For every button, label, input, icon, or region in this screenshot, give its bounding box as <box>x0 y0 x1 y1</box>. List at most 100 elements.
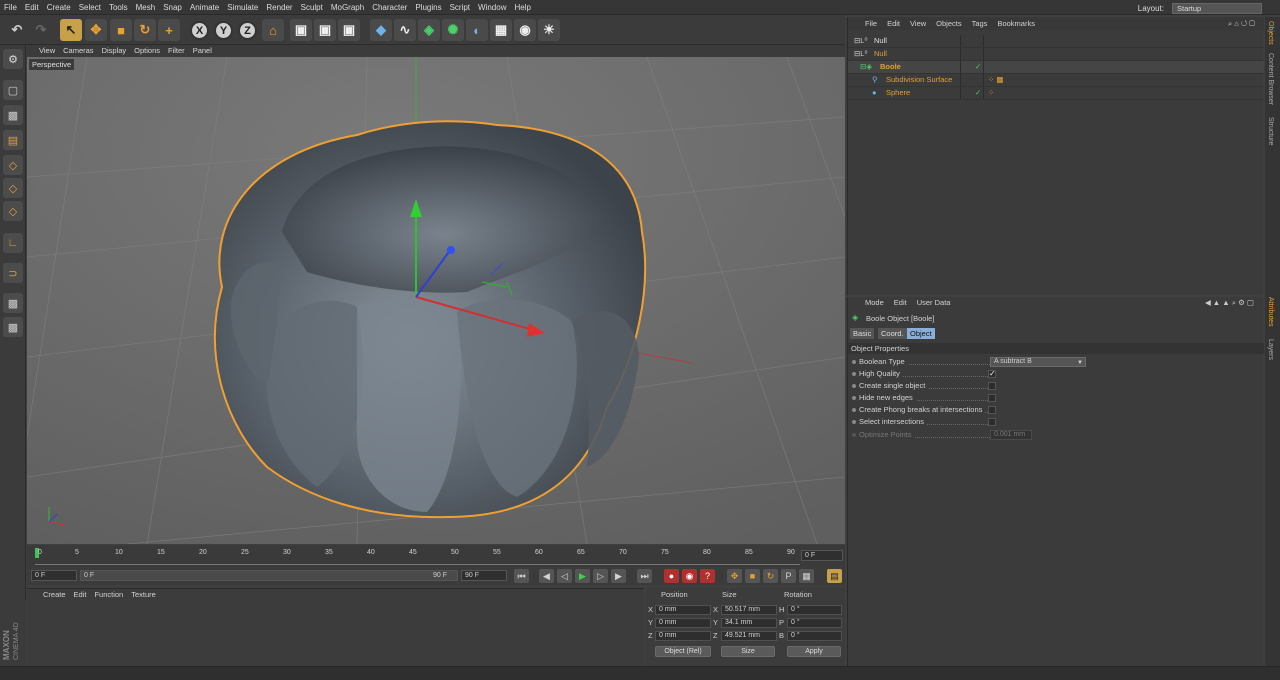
texture-mode-icon[interactable]: ▩ <box>3 105 23 125</box>
optimize-points-field[interactable]: 0.001 mm <box>990 430 1032 440</box>
tab-basic[interactable]: Basic <box>850 328 875 339</box>
position-z-field[interactable]: 0 mm <box>655 631 711 641</box>
menu-window[interactable]: Window <box>474 0 510 15</box>
undo-icon[interactable]: ↶ <box>6 19 28 41</box>
object-row[interactable]: ⊟L⁰ Null <box>848 35 1264 48</box>
viewport-menu-filter[interactable]: Filter <box>164 45 189 57</box>
object-visibility-toggles[interactable]: ✓ <box>960 87 984 99</box>
axis-mode-icon[interactable]: ∟ <box>3 233 23 253</box>
key-parameter-icon[interactable]: P <box>781 569 796 583</box>
render-view-icon[interactable]: ▣ <box>290 19 312 41</box>
phong-breaks-checkbox[interactable] <box>988 406 996 414</box>
record-key-icon[interactable]: ● <box>664 569 679 583</box>
move-tool-icon[interactable]: ✥ <box>85 19 107 41</box>
scale-tool-icon[interactable]: ■ <box>110 19 132 41</box>
position-y-field[interactable]: 0 mm <box>655 618 711 628</box>
key-scale-icon[interactable]: ■ <box>745 569 760 583</box>
menu-plugins[interactable]: Plugins <box>411 0 445 15</box>
floor-icon[interactable]: ▦ <box>490 19 512 41</box>
key-pla-icon[interactable]: ▦ <box>799 569 814 583</box>
object-name[interactable]: Null <box>874 35 887 47</box>
object-name[interactable]: Subdivision Surface <box>886 74 952 86</box>
search-icon[interactable]: ⌕ ⌂ ↺ ▢ <box>1223 17 1260 30</box>
workplane-mode-icon[interactable]: ▤ <box>3 130 23 150</box>
high-quality-checkbox[interactable]: ✓ <box>988 370 996 378</box>
play-icon[interactable]: ▶ <box>575 569 590 583</box>
z-axis-lock-button[interactable]: Z <box>238 21 257 40</box>
object-row[interactable]: ⊟◈ Boole ✓ <box>848 61 1264 74</box>
size-x-field[interactable]: 50.517 mm <box>721 605 777 615</box>
polygons-mode-icon[interactable]: ◇ <box>3 201 23 221</box>
preview-range-slider[interactable]: 0 F 90 F <box>80 570 458 581</box>
objects-menu-bookmarks[interactable]: Bookmarks <box>992 17 1040 30</box>
menu-edit[interactable]: Edit <box>21 0 43 15</box>
deformer-icon[interactable]: ◐ <box>466 19 488 41</box>
end-frame-field[interactable]: 90 F <box>461 570 507 581</box>
object-visibility-toggles[interactable] <box>960 74 984 86</box>
size-y-field[interactable]: 34.1 mm <box>721 618 777 628</box>
enabled-check-icon[interactable]: ✓ <box>975 87 981 99</box>
boolean-type-dropdown[interactable]: A subtract B <box>990 357 1086 367</box>
last-tool-icon[interactable]: + <box>158 19 180 41</box>
material-menu-edit[interactable]: Edit <box>70 589 91 601</box>
layout-dropdown[interactable]: Startup <box>1172 3 1262 14</box>
redo-icon[interactable]: ↷ <box>30 19 52 41</box>
render-picture-viewer-icon[interactable]: ▣ <box>314 19 336 41</box>
live-selection-icon[interactable]: ↖ <box>60 19 82 41</box>
snap-magnet-icon[interactable]: ⊃ <box>3 263 23 283</box>
rotate-tool-icon[interactable]: ↻ <box>134 19 156 41</box>
objects-menu-edit[interactable]: Edit <box>882 17 905 30</box>
menu-create[interactable]: Create <box>43 0 75 15</box>
key-position-icon[interactable]: ✥ <box>727 569 742 583</box>
current-frame-field[interactable]: 0 F <box>801 550 843 561</box>
edges-mode-icon[interactable]: ◇ <box>3 178 23 198</box>
menu-sculpt[interactable]: Sculpt <box>297 0 327 15</box>
menu-mograph[interactable]: MoGraph <box>327 0 368 15</box>
boole-pumpkin-object[interactable] <box>214 120 647 519</box>
size-mode-dropdown[interactable]: Size <box>721 646 775 657</box>
attributes-menu-mode[interactable]: Mode <box>860 297 889 309</box>
points-mode-icon[interactable]: ◇ <box>3 155 23 175</box>
objects-menu-file[interactable]: File <box>860 17 882 30</box>
object-row[interactable]: ● Sphere ✓ ⁘ <box>848 87 1264 100</box>
phong-tag-icon[interactable]: ⁘ <box>988 87 994 99</box>
object-name[interactable]: Null <box>874 48 887 60</box>
objects-menu-objects[interactable]: Objects <box>931 17 966 30</box>
timeline-window-icon[interactable]: ▤ <box>827 569 842 583</box>
viewport-menu-view[interactable]: View <box>35 45 59 57</box>
tab-attributes[interactable]: Attributes <box>1267 297 1274 327</box>
coordinate-mode-dropdown[interactable]: Object (Rel) <box>655 646 711 657</box>
make-editable-icon[interactable]: ⚙ <box>3 49 23 69</box>
hide-new-edges-checkbox[interactable] <box>988 394 996 402</box>
x-axis-lock-button[interactable]: X <box>190 21 209 40</box>
goto-end-icon[interactable]: ⏭ <box>637 569 652 583</box>
select-intersections-checkbox[interactable] <box>988 418 996 426</box>
menu-tools[interactable]: Tools <box>105 0 132 15</box>
next-key-icon[interactable]: ▶ <box>611 569 626 583</box>
viewport-menu-cameras[interactable]: Cameras <box>59 45 97 57</box>
prev-frame-icon[interactable]: ◁ <box>557 569 572 583</box>
next-frame-icon[interactable]: ▷ <box>593 569 608 583</box>
material-menu-create[interactable]: Create <box>39 589 70 601</box>
tab-layers[interactable]: Layers <box>1267 339 1274 360</box>
keyframe-selection-icon[interactable]: ? <box>700 569 715 583</box>
light-icon[interactable]: ☀ <box>538 19 560 41</box>
attributes-menu-edit[interactable]: Edit <box>889 297 912 309</box>
menu-render[interactable]: Render <box>262 0 296 15</box>
objects-menu-view[interactable]: View <box>905 17 931 30</box>
menu-select[interactable]: Select <box>75 0 105 15</box>
menu-help[interactable]: Help <box>510 0 534 15</box>
object-row[interactable]: ⊟L⁰ Null <box>848 48 1264 61</box>
autokey-icon[interactable]: ◉ <box>682 569 697 583</box>
menu-script[interactable]: Script <box>446 0 474 15</box>
y-axis-lock-button[interactable]: Y <box>214 21 233 40</box>
model-mode-icon[interactable]: ▢ <box>3 80 23 100</box>
menu-animate[interactable]: Animate <box>186 0 223 15</box>
objects-menu-tags[interactable]: Tags <box>967 17 993 30</box>
coordinate-system-icon[interactable]: ⌂ <box>262 19 284 41</box>
tab-structure[interactable]: Structure <box>1267 117 1274 145</box>
render-settings-icon[interactable]: ▣ <box>338 19 360 41</box>
object-name[interactable]: Boole <box>880 61 901 73</box>
prev-key-icon[interactable]: ◀ <box>539 569 554 583</box>
rotation-b-field[interactable]: 0 ° <box>787 631 842 641</box>
